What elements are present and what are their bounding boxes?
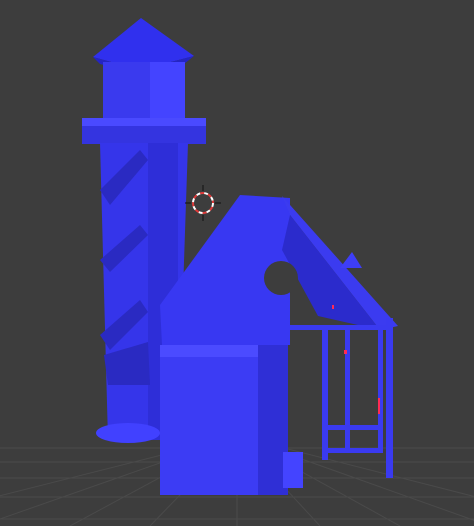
3d-viewport[interactable] xyxy=(0,0,474,526)
3d-cursor-icon[interactable] xyxy=(185,185,221,221)
viewport-canvas[interactable] xyxy=(0,0,474,526)
house-model[interactable] xyxy=(160,195,398,495)
